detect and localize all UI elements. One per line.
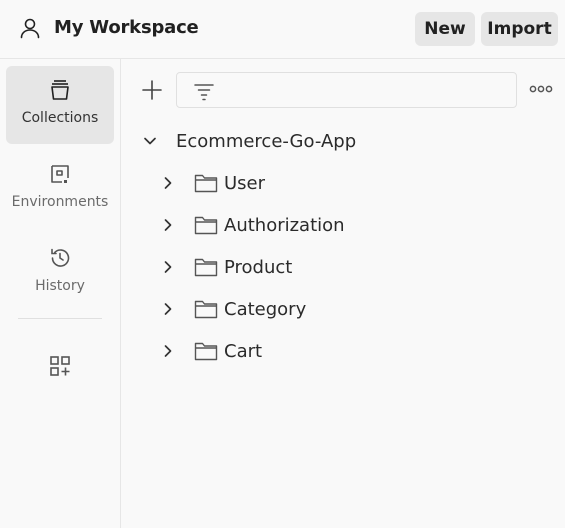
- sidebar-item-environments[interactable]: Environments: [6, 150, 114, 228]
- folder-icon: [194, 174, 218, 193]
- chevron-right-icon[interactable]: [159, 342, 177, 360]
- import-button[interactable]: Import: [481, 12, 558, 46]
- add-widgets-icon[interactable]: [48, 354, 72, 378]
- collection-ecommerce-go-app[interactable]: Ecommerce-Go-App: [141, 128, 356, 154]
- folder-name: Cart: [224, 340, 263, 362]
- sidebar: Collections Environments History: [0, 59, 121, 528]
- folder-user[interactable]: User: [159, 170, 265, 196]
- folder-name: Product: [224, 256, 293, 278]
- folder-product[interactable]: Product: [159, 254, 292, 280]
- collections-icon: [51, 80, 69, 100]
- sidebar-divider: [18, 318, 102, 319]
- chevron-down-icon[interactable]: [141, 132, 159, 150]
- folder-cart[interactable]: Cart: [159, 338, 262, 364]
- folder-icon: [194, 342, 218, 361]
- chevron-right-icon[interactable]: [159, 258, 177, 276]
- sidebar-item-label: History: [35, 278, 85, 294]
- chevron-right-icon[interactable]: [159, 216, 177, 234]
- sidebar-item-collections[interactable]: Collections: [6, 66, 114, 144]
- folder-name: Authorization: [224, 214, 345, 236]
- folder-name: User: [224, 172, 266, 194]
- folder-icon: [194, 216, 218, 235]
- environments-icon: [51, 165, 69, 183]
- folder-icon: [194, 300, 218, 319]
- collection-name: Ecommerce-Go-App: [176, 130, 357, 152]
- workspace-title[interactable]: My Workspace: [54, 17, 199, 38]
- folder-name: Category: [224, 298, 307, 320]
- history-icon: [51, 248, 70, 267]
- sidebar-item-label: Collections: [21, 110, 99, 126]
- folder-authorization[interactable]: Authorization: [159, 212, 345, 238]
- chevron-right-icon[interactable]: [159, 300, 177, 318]
- folder-icon: [194, 258, 218, 277]
- filter-input[interactable]: [176, 72, 517, 108]
- plus-icon[interactable]: [141, 79, 163, 101]
- user-icon[interactable]: [18, 16, 42, 40]
- more-options-icon[interactable]: [529, 82, 553, 96]
- folder-category[interactable]: Category: [159, 296, 306, 322]
- chevron-right-icon[interactable]: [159, 174, 177, 192]
- sidebar-item-history[interactable]: History: [6, 234, 114, 312]
- sidebar-item-label: Environments: [11, 194, 109, 210]
- filter-icon: [194, 84, 214, 101]
- collections-panel: Ecommerce-Go-App User Authorization Prod…: [121, 59, 565, 528]
- workspace-header: My Workspace New Import: [0, 0, 565, 59]
- new-button[interactable]: New: [415, 12, 475, 46]
